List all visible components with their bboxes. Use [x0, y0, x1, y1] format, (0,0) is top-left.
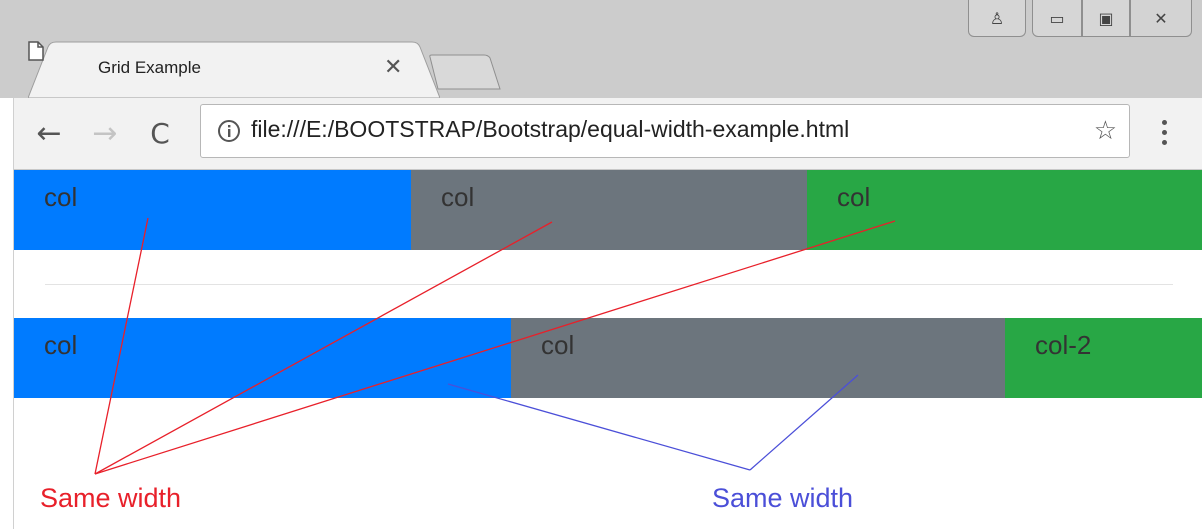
annotation-lines [94, 217, 896, 475]
annotation-label-red: Same width [40, 483, 182, 513]
red-annotation-lines [94, 217, 896, 475]
annotation-label-blue: Same width [712, 483, 854, 513]
blue-annotation-lines [447, 374, 859, 471]
